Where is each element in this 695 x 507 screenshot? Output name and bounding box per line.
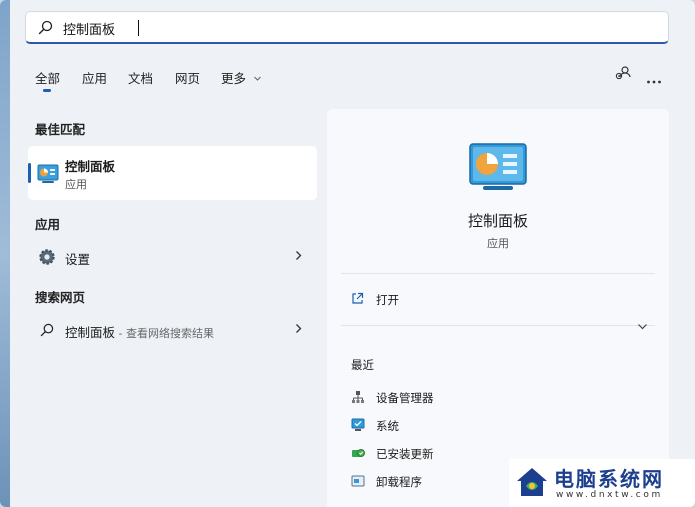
tab-more[interactable]: 更多 (221, 68, 262, 87)
recent-label: 卸载程序 (376, 475, 422, 489)
app-result-settings[interactable]: 设置 (28, 241, 317, 273)
chevron-right-icon (296, 251, 302, 260)
account-switch-button[interactable] (614, 65, 632, 87)
web-result-label: 控制面板 - 查看网络搜索结果 (65, 322, 214, 341)
wallpaper-edge (0, 0, 10, 507)
recent-label: 系统 (376, 419, 399, 433)
control-panel-large-icon (469, 143, 527, 190)
best-match-title: 控制面板 (65, 159, 116, 174)
preview-pane: 控制面板 应用 打开 最近 设备管理器 系统 已安装更新 卸载程序 (327, 109, 669, 507)
chevron-down-icon (254, 76, 261, 81)
ellipsis-icon (647, 80, 661, 84)
start-search-panel: 控制面板 全部 应用 文档 网页 更多 最佳匹配 控制面板 应用 应用 设置 搜… (0, 0, 695, 507)
more-options-button[interactable] (646, 70, 662, 89)
chevron-right-icon (296, 324, 302, 333)
text-caret (138, 20, 139, 36)
preview-app-name: 控制面板 (467, 212, 528, 230)
selection-indicator (28, 163, 31, 183)
web-result[interactable]: 控制面板 - 查看网络搜索结果 (28, 314, 317, 346)
device-manager-icon (352, 391, 364, 403)
tab-more-label: 更多 (221, 71, 247, 86)
control-panel-icon (37, 164, 59, 183)
watermark-brand: 电脑系统网 (554, 467, 664, 491)
web-heading: 搜索网页 (35, 290, 86, 305)
site-watermark: 电脑系统网 www.dnxtw.com (509, 459, 695, 507)
recent-heading: 最近 (351, 358, 374, 372)
search-icon (40, 323, 54, 337)
open-label: 打开 (376, 293, 399, 307)
recent-label: 设备管理器 (376, 391, 434, 405)
search-input[interactable]: 控制面板 (25, 11, 669, 44)
best-match-heading: 最佳匹配 (35, 122, 86, 137)
settings-label: 设置 (65, 252, 91, 267)
best-match-result[interactable]: 控制面板 应用 (28, 146, 317, 200)
installed-updates-icon (352, 449, 365, 457)
divider (341, 325, 655, 326)
system-icon (351, 418, 365, 431)
divider (341, 273, 655, 274)
tab-web[interactable]: 网页 (175, 68, 200, 87)
tab-all[interactable]: 全部 (35, 68, 60, 92)
preview-app-type: 应用 (487, 237, 509, 250)
tab-documents[interactable]: 文档 (128, 68, 153, 87)
search-icon (38, 20, 53, 35)
search-query[interactable]: 控制面板 (63, 19, 115, 38)
web-result-hint: - 查看网络搜索结果 (115, 327, 214, 340)
expand-chevron-icon[interactable] (637, 322, 648, 331)
account-icon (615, 66, 631, 80)
watermark-url: www.dnxtw.com (556, 490, 663, 500)
web-result-query: 控制面板 (65, 325, 116, 340)
best-match-subtitle: 应用 (65, 178, 87, 191)
settings-gear-icon (39, 249, 55, 265)
house-logo-icon (517, 468, 547, 496)
open-external-icon (352, 292, 364, 304)
recent-label: 已安装更新 (376, 447, 434, 461)
tab-apps[interactable]: 应用 (82, 68, 107, 87)
uninstall-program-icon (351, 475, 365, 487)
apps-heading: 应用 (35, 217, 61, 232)
